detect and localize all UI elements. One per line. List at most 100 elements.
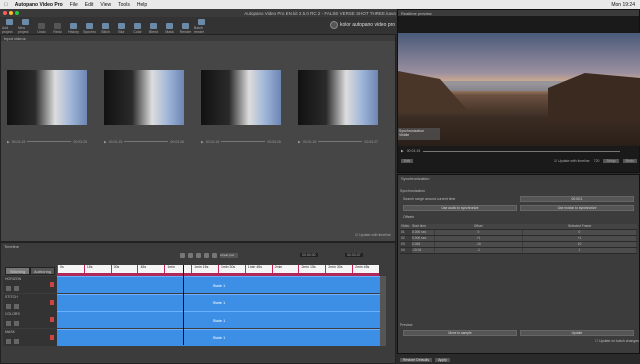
frame-stepper[interactable]: 1 xyxy=(522,248,636,253)
redo-button[interactable]: Redo xyxy=(622,159,637,163)
track-clip[interactable]: State 1 xyxy=(57,293,381,311)
edit-icon[interactable] xyxy=(50,317,54,322)
keyframe-next-icon[interactable] xyxy=(14,286,19,291)
blend-icon xyxy=(150,23,157,29)
brand-logo: kolor autopano video pro xyxy=(330,20,398,30)
keyframe-next-icon[interactable] xyxy=(14,338,19,344)
play-icon[interactable] xyxy=(180,253,185,258)
zoom-select[interactable]: Linear pos xyxy=(220,253,238,258)
zoom-icon[interactable] xyxy=(15,11,19,15)
frame-stepper[interactable]: 10 xyxy=(522,242,636,247)
timeline-time-left: 00:00:00 xyxy=(300,253,318,257)
play-icon[interactable]: ▶ xyxy=(7,140,10,144)
offset-stepper[interactable]: 0 xyxy=(435,230,522,235)
video-scrubber[interactable] xyxy=(221,141,266,142)
keyframe-prev-icon[interactable] xyxy=(6,338,11,344)
blend-button[interactable]: Blend xyxy=(146,19,161,34)
preview-scrubber[interactable] xyxy=(423,150,620,152)
play-icon[interactable]: ▶ xyxy=(401,149,404,153)
mask-button[interactable]: Mask xyxy=(162,19,177,34)
keyframe-prev-icon[interactable] xyxy=(6,321,11,326)
keyframe-next-icon[interactable] xyxy=(14,303,19,309)
auto-update-checkbox[interactable]: ☐ Update on batch changes xyxy=(595,339,639,343)
stitch-button[interactable]: Stitch xyxy=(98,19,113,34)
video-scrubber[interactable] xyxy=(318,141,363,142)
video-scrubber[interactable] xyxy=(27,141,72,142)
stop-icon[interactable] xyxy=(196,253,201,258)
tab-stitching[interactable]: Stitching xyxy=(5,267,30,275)
timeline-scrollbar[interactable] xyxy=(380,276,386,346)
blur-button[interactable]: Blur xyxy=(114,19,129,34)
track-clip[interactable]: State 1 xyxy=(57,276,381,293)
synchro-icon xyxy=(86,23,93,29)
track-label: MASK xyxy=(3,328,57,346)
setup-button[interactable]: Setup xyxy=(603,159,619,163)
tab-authoring[interactable]: Authoring xyxy=(30,267,55,275)
close-icon[interactable] xyxy=(3,11,7,15)
history-button[interactable]: History xyxy=(66,19,81,34)
timeline-tracks: HORIZON State 1 STITCH State 1 COLORS St… xyxy=(3,276,381,346)
menu-bar:  Autopano Video Pro File Edit View Tool… xyxy=(0,0,640,9)
add-project-button[interactable]: Add project xyxy=(2,19,17,34)
use-motion-button[interactable]: Use motion to synchronize xyxy=(520,205,634,211)
frame-stepper[interactable]: +1 xyxy=(522,236,636,241)
edit-icon[interactable] xyxy=(50,334,54,340)
offsets-label: Offsets xyxy=(403,215,415,219)
offset-stepper[interactable]: -1 xyxy=(435,248,522,253)
loop-icon[interactable] xyxy=(212,253,217,258)
track-clip[interactable]: State 1 xyxy=(57,328,381,346)
input-video-4[interactable]: ▶ 00:01:15 00:03:27 xyxy=(298,70,378,170)
timeline-cursor[interactable] xyxy=(183,265,184,345)
menu-help[interactable]: Help xyxy=(137,2,147,8)
fps-value: 720 xyxy=(593,159,600,163)
edit-button[interactable]: Edit xyxy=(401,159,414,163)
preview-overlay: Synchronization Visible xyxy=(398,128,440,140)
video-thumbnail xyxy=(7,70,87,125)
undo-button[interactable]: Undo xyxy=(34,19,49,34)
keyframe-next-icon[interactable] xyxy=(14,321,19,326)
step-forward-icon[interactable] xyxy=(204,253,209,258)
play-icon[interactable]: ▶ xyxy=(201,140,204,144)
new-project-button[interactable]: New project xyxy=(18,19,33,34)
offset-stepper[interactable]: -10 xyxy=(435,242,522,247)
redo-button[interactable]: Redo xyxy=(50,19,65,34)
timeline-ruler[interactable]: 0s 15s 30s 45s 1min 1min 15s 1min 30s 1m… xyxy=(57,265,379,273)
search-range-input[interactable]: 00:00:1 xyxy=(520,196,634,202)
track-clip[interactable]: State 1 xyxy=(57,311,381,328)
menu-file[interactable]: File xyxy=(70,2,78,8)
play-icon[interactable]: ▶ xyxy=(298,140,301,144)
step-back-icon[interactable] xyxy=(188,253,193,258)
edit-icon[interactable] xyxy=(50,299,54,305)
menu-edit[interactable]: Edit xyxy=(85,2,94,8)
color-button[interactable]: Color xyxy=(130,19,145,34)
frame-stepper[interactable]: 0 xyxy=(522,230,636,235)
edit-icon[interactable] xyxy=(50,282,54,287)
apple-icon[interactable]:  xyxy=(4,2,8,8)
preview-header: Realtime preview xyxy=(398,10,639,16)
synchro-button[interactable]: Synchro xyxy=(82,19,97,34)
timeline-header: Timeline xyxy=(1,243,395,249)
restore-defaults-button[interactable]: Restore Defaults xyxy=(400,357,433,362)
offset-stepper[interactable]: +1 xyxy=(435,236,522,241)
apply-button[interactable]: Apply xyxy=(435,357,450,362)
video-thumbnail xyxy=(104,70,184,125)
update-button[interactable]: Update xyxy=(520,330,634,336)
minimize-icon[interactable] xyxy=(9,11,13,15)
batch-render-button[interactable]: Batch render xyxy=(194,19,209,34)
track-stitch: STITCH State 1 xyxy=(3,293,381,311)
menu-view[interactable]: View xyxy=(100,2,111,8)
input-video-2[interactable]: ▶ 00:01:15 00:03:26 xyxy=(104,70,184,170)
input-video-3[interactable]: ▶ 00:01:15 00:03:26 xyxy=(201,70,281,170)
update-with-timeline-checkbox[interactable]: ☑ Update with timeline xyxy=(554,159,590,163)
keyframe-prev-icon[interactable] xyxy=(6,286,11,291)
menu-tools[interactable]: Tools xyxy=(118,2,130,8)
menu-app-name[interactable]: Autopano Video Pro xyxy=(15,2,63,8)
preview-controls: ▶ 00:01:15 xyxy=(398,147,640,155)
video-scrubber[interactable] xyxy=(124,141,169,142)
keyframe-prev-icon[interactable] xyxy=(6,303,11,309)
move-to-sample-button[interactable]: Move to sample xyxy=(403,330,517,336)
use-audio-button[interactable]: Use audio to synchronize xyxy=(403,205,517,211)
input-video-1[interactable]: ▶ 00:01:15 00:03:26 xyxy=(7,70,87,170)
render-button[interactable]: Render xyxy=(178,19,193,34)
play-icon[interactable]: ▶ xyxy=(104,140,107,144)
